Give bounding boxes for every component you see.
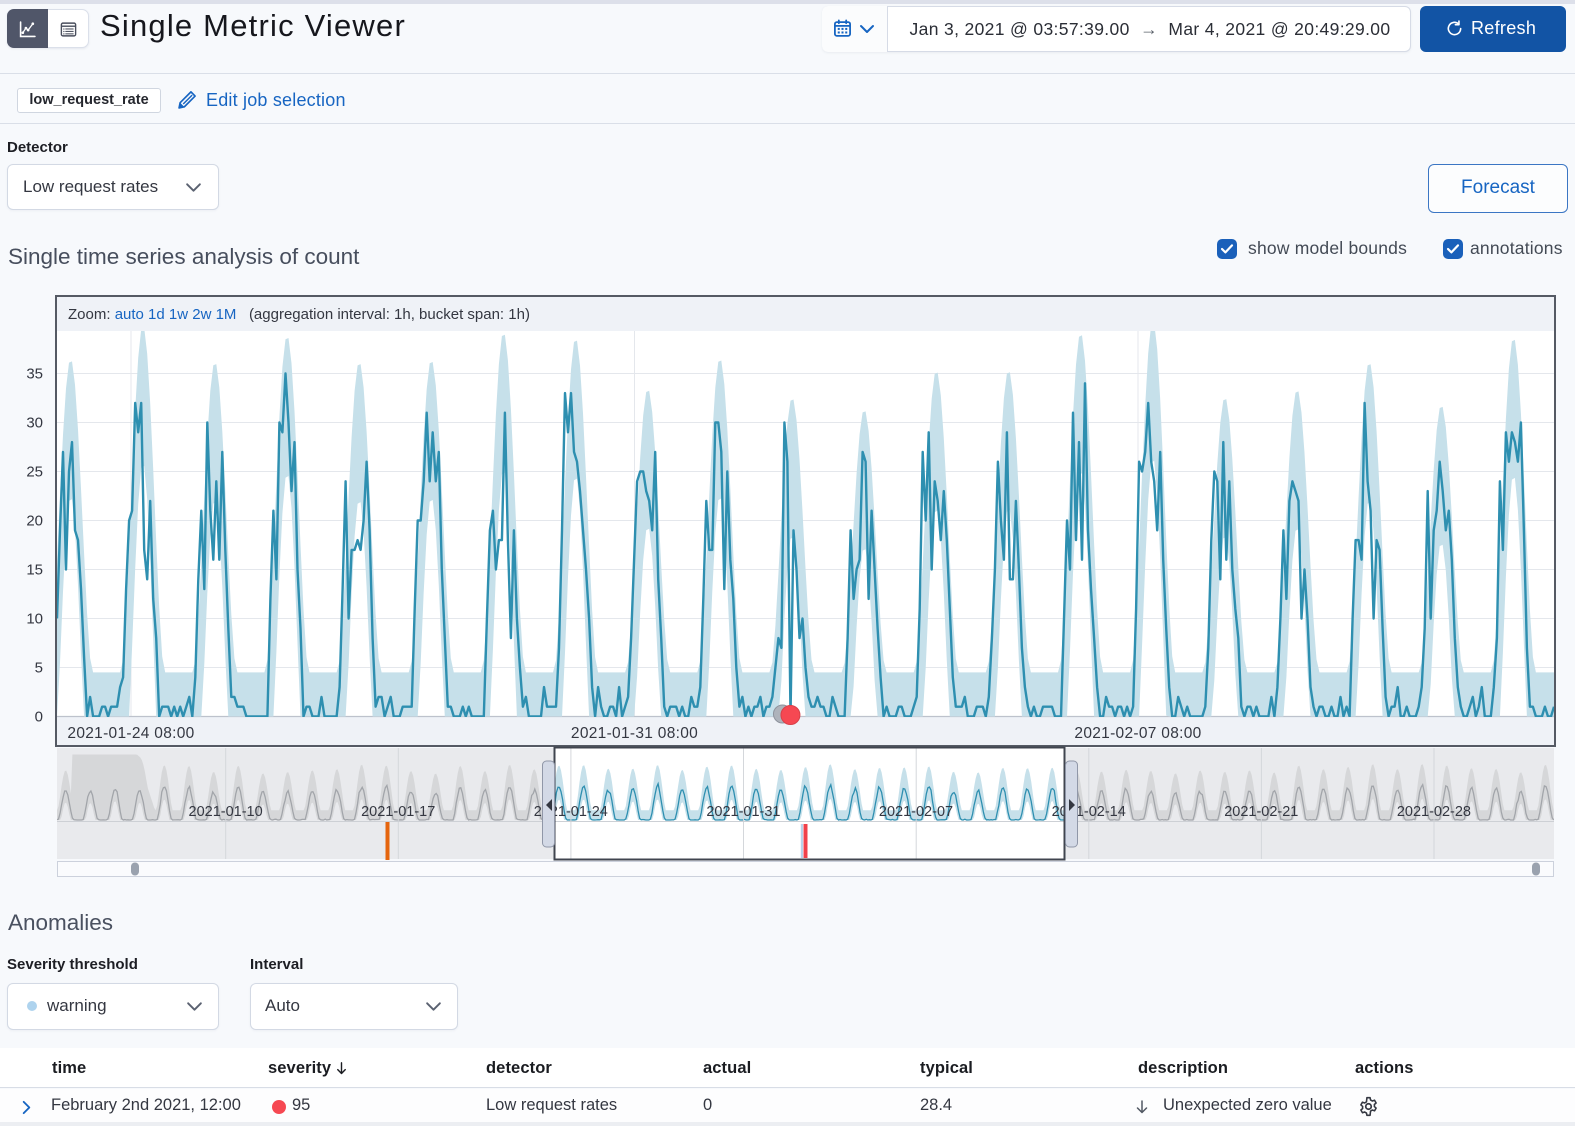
svg-text:2021-02-21: 2021-02-21: [1224, 804, 1298, 820]
svg-text:Zoom: auto 1d 1w 2w 1M (aggr: Zoom: auto 1d 1w 2w 1M (aggregation inte…: [68, 306, 530, 323]
svg-text:2021-02-14: 2021-02-14: [1052, 804, 1126, 820]
svg-text:5: 5: [35, 660, 43, 677]
svg-text:2021-01-17: 2021-01-17: [361, 804, 435, 820]
svg-text:2021-02-07: 2021-02-07: [879, 804, 953, 820]
svg-text:2021-01-10: 2021-01-10: [189, 804, 263, 820]
svg-text:35: 35: [26, 366, 43, 383]
svg-text:2021-01-24 08:00: 2021-01-24 08:00: [67, 725, 194, 742]
svg-text:2021-01-31: 2021-01-31: [706, 804, 780, 820]
svg-text:2021-02-07 08:00: 2021-02-07 08:00: [1074, 725, 1201, 742]
svg-text:30: 30: [26, 415, 43, 432]
svg-text:2021-02-28: 2021-02-28: [1397, 804, 1471, 820]
svg-text:15: 15: [26, 562, 43, 579]
svg-text:0: 0: [35, 709, 43, 726]
svg-text:10: 10: [26, 611, 43, 628]
svg-text:25: 25: [26, 464, 43, 481]
svg-text:20: 20: [26, 513, 43, 530]
svg-text:2021-01-31 08:00: 2021-01-31 08:00: [571, 725, 698, 742]
